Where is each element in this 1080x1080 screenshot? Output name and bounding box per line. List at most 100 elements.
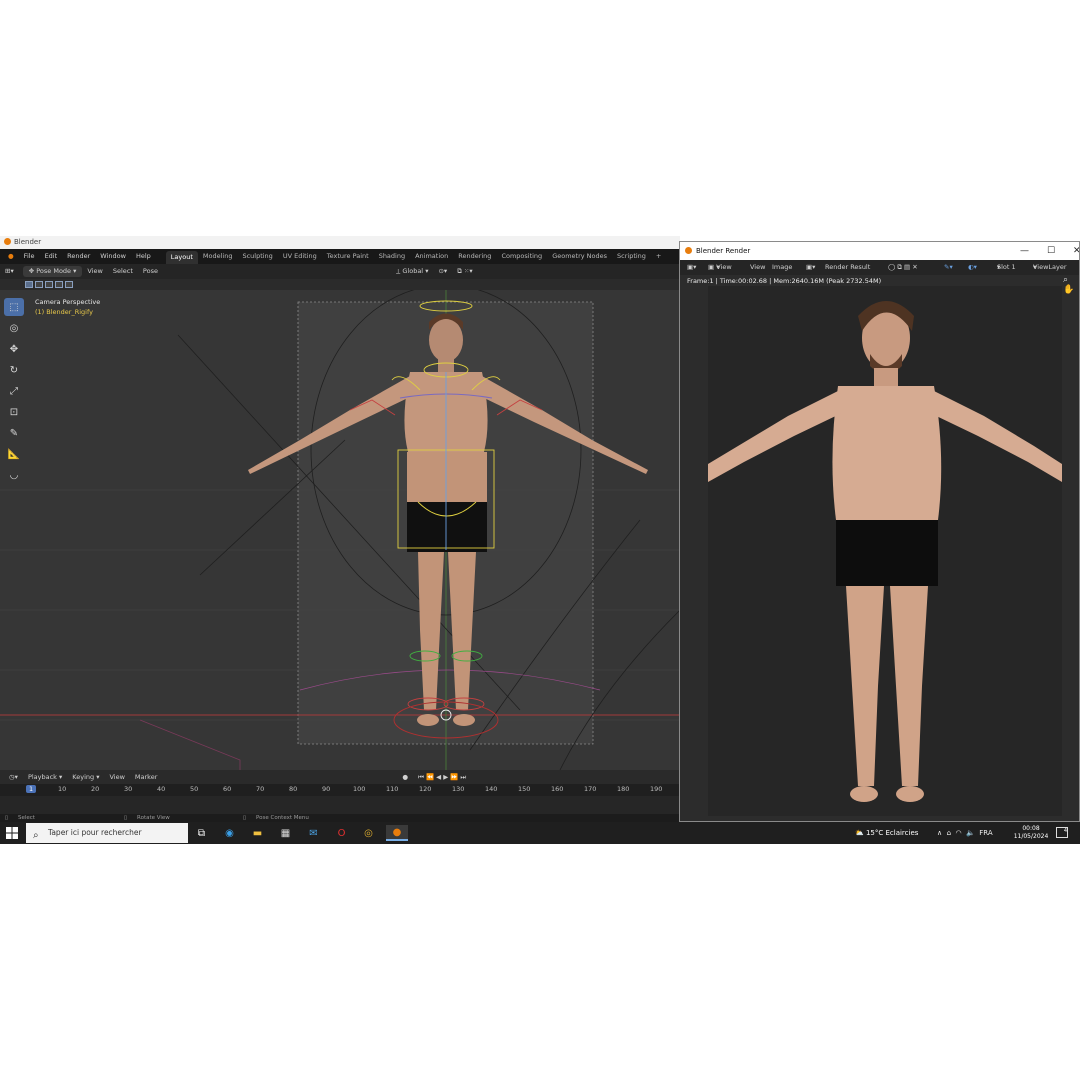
view-layer-dropdown[interactable]: ViewLayer ▾ <box>1033 260 1067 275</box>
timeline-ruler[interactable]: 1 10 20 30 40 50 60 70 80 90 100 110 120… <box>0 784 680 796</box>
render-result-image[interactable] <box>708 286 1062 816</box>
notification-center-icon[interactable]: 4 <box>1056 827 1068 838</box>
image-browse-icon[interactable]: ▣▾ <box>806 260 815 275</box>
taskbar-clock[interactable]: 00:08 11/05/2024 <box>1012 825 1050 841</box>
workspace-tab-rendering[interactable]: Rendering <box>453 249 496 264</box>
menu-file[interactable]: File <box>19 249 40 264</box>
cursor-tool-icon[interactable]: ◎ <box>4 319 24 337</box>
render-menu-view[interactable]: View <box>750 260 765 275</box>
image-actions-icons[interactable]: ◯ ⧉ ▤ ✕ <box>888 260 918 275</box>
zoom-icon[interactable]: ⌕ <box>1063 275 1079 285</box>
3d-viewport[interactable]: Camera Perspective (1) Blender_Rigify <box>0 290 680 770</box>
workspace-tab-geometry-nodes[interactable]: Geometry Nodes <box>547 249 612 264</box>
select-mode-new-icon[interactable] <box>25 281 33 288</box>
blender-taskbar-icon[interactable]: ● <box>386 825 408 841</box>
volume-icon[interactable]: 🔈 <box>966 829 975 837</box>
timeline-menu-view[interactable]: View <box>104 773 129 781</box>
workspace-tab-uv-editing[interactable]: UV Editing <box>278 249 322 264</box>
timeline-track[interactable] <box>0 796 680 814</box>
weather-widget[interactable]: ⛅ 15°C Eclaircies <box>855 822 918 844</box>
annotate-tool-icon[interactable]: ✎ <box>4 424 24 442</box>
close-button[interactable]: ✕ <box>1073 242 1079 260</box>
sample-tool-icon[interactable]: ✎▾ <box>944 260 953 275</box>
workspace-tab-scripting[interactable]: Scripting <box>612 249 651 264</box>
snap-icon[interactable]: ⧉ ⁙▾ <box>452 264 477 279</box>
workspace-tab-animation[interactable]: Animation <box>410 249 453 264</box>
transform-tool-icon[interactable]: ⊡ <box>4 403 24 421</box>
render-menu-image[interactable]: Image <box>772 260 792 275</box>
network-icon[interactable]: ⌂ <box>947 829 951 837</box>
show-hidden-icons-icon[interactable]: ∧ <box>937 829 942 837</box>
timeline-editor-icon[interactable]: ◷▾ <box>4 773 23 781</box>
move-tool-icon[interactable]: ✥ <box>4 340 24 358</box>
pivot-point-icon[interactable]: ⊙▾ <box>433 264 452 279</box>
file-explorer-icon[interactable]: ▬ <box>250 825 265 841</box>
bone-roll-tool-icon[interactable]: ◡ <box>4 466 24 484</box>
workspace-tab-sculpting[interactable]: Sculpting <box>237 249 277 264</box>
opera-browser-icon[interactable]: O <box>334 825 349 841</box>
slot-dropdown[interactable]: Slot 1 ▾ <box>997 260 1016 275</box>
select-mode-extend-icon[interactable] <box>35 281 43 288</box>
select-mode-intersect-icon[interactable] <box>65 281 73 288</box>
workspace-tab-layout[interactable]: Layout <box>165 251 198 264</box>
editor-type-icon[interactable]: ⊞▾ <box>0 264 19 279</box>
frame-label: 60 <box>223 785 232 793</box>
editor-type-icon[interactable]: ▣▾ <box>687 260 696 275</box>
add-workspace-button[interactable]: + <box>651 249 666 264</box>
edge-browser-icon[interactable]: ◉ <box>222 825 237 841</box>
pan-hand-icon[interactable]: ✋ <box>1063 285 1079 295</box>
status-mouse-left-icon: ▯ <box>5 815 9 821</box>
image-name-field[interactable]: Render Result <box>825 260 870 275</box>
blender-title: Blender <box>14 238 42 246</box>
frame-label: 180 <box>617 785 630 793</box>
scale-tool-icon[interactable]: ⤢ <box>4 382 24 400</box>
workspace-tab-texture-paint[interactable]: Texture Paint <box>322 249 374 264</box>
header-menu-pose[interactable]: Pose <box>138 264 163 279</box>
status-bar: ▯ Select ▯ Rotate View ▯ Pose Context Me… <box>0 814 680 822</box>
blender-menu-icon[interactable]: ● <box>3 249 19 264</box>
tool-shelf: ⬚ ◎ ✥ ↻ ⤢ ⊡ ✎ 📐 ◡ <box>4 298 26 487</box>
view-name: Camera Perspective <box>35 298 101 306</box>
menu-window[interactable]: Window <box>95 249 131 264</box>
minimize-button[interactable]: — <box>1020 242 1029 260</box>
workspace-tab-shading[interactable]: Shading <box>374 249 410 264</box>
menu-edit[interactable]: Edit <box>40 249 63 264</box>
task-view-icon[interactable]: ⧉ <box>194 825 209 841</box>
taskbar-search-box[interactable]: ⌕ Taper ici pour rechercher <box>26 823 188 843</box>
select-mode-difference-icon[interactable] <box>55 281 63 288</box>
chrome-browser-icon[interactable]: ◎ <box>361 825 376 841</box>
current-frame-indicator[interactable]: 1 <box>26 785 37 793</box>
frame-label: 170 <box>584 785 597 793</box>
language-indicator[interactable]: FRA <box>979 829 992 837</box>
measure-tool-icon[interactable]: 📐 <box>4 445 24 463</box>
render-menu-view-dropdown[interactable]: ▣ View ▾ <box>708 260 732 275</box>
blender-logo-icon <box>4 238 11 245</box>
frame-label: 70 <box>256 785 265 793</box>
status-context-hint: Pose Context Menu <box>256 815 309 821</box>
timeline-menu-playback[interactable]: Playback ▾ <box>23 773 67 781</box>
wifi-icon[interactable]: ◠ <box>955 829 961 837</box>
timeline-menu-marker[interactable]: Marker <box>130 773 162 781</box>
timeline-menu-keying[interactable]: Keying ▾ <box>67 773 104 781</box>
select-mode-subtract-icon[interactable] <box>45 281 53 288</box>
rotate-tool-icon[interactable]: ↻ <box>4 361 24 379</box>
maximize-button[interactable]: ☐ <box>1047 242 1055 260</box>
header-menu-view[interactable]: View <box>82 264 107 279</box>
workspace-tab-modeling[interactable]: Modeling <box>198 249 238 264</box>
header-menu-select[interactable]: Select <box>108 264 138 279</box>
status-mouse-middle-icon: ▯ <box>124 815 128 821</box>
display-channels-icon[interactable]: ◐▾ <box>968 260 977 275</box>
menu-render[interactable]: Render <box>62 249 95 264</box>
transform-orientation-dropdown[interactable]: ⟂ Global ▾ <box>391 264 434 279</box>
playback-controls[interactable]: ⏮ ⏪ ◀ ▶ ⏩ ⏭ <box>413 773 471 782</box>
mail-icon[interactable]: ✉ <box>306 825 321 841</box>
menu-help[interactable]: Help <box>131 249 156 264</box>
render-window-title: Blender Render <box>696 247 751 255</box>
microsoft-store-icon[interactable]: ▦ <box>278 825 293 841</box>
select-box-tool-icon[interactable]: ⬚ <box>4 298 24 316</box>
record-button[interactable]: ● <box>397 773 413 781</box>
workspace-tab-compositing[interactable]: Compositing <box>496 249 547 264</box>
windows-start-icon[interactable] <box>6 827 18 839</box>
frame-label: 80 <box>289 785 298 793</box>
mode-selector[interactable]: ✥ Pose Mode ▾ <box>22 266 83 277</box>
